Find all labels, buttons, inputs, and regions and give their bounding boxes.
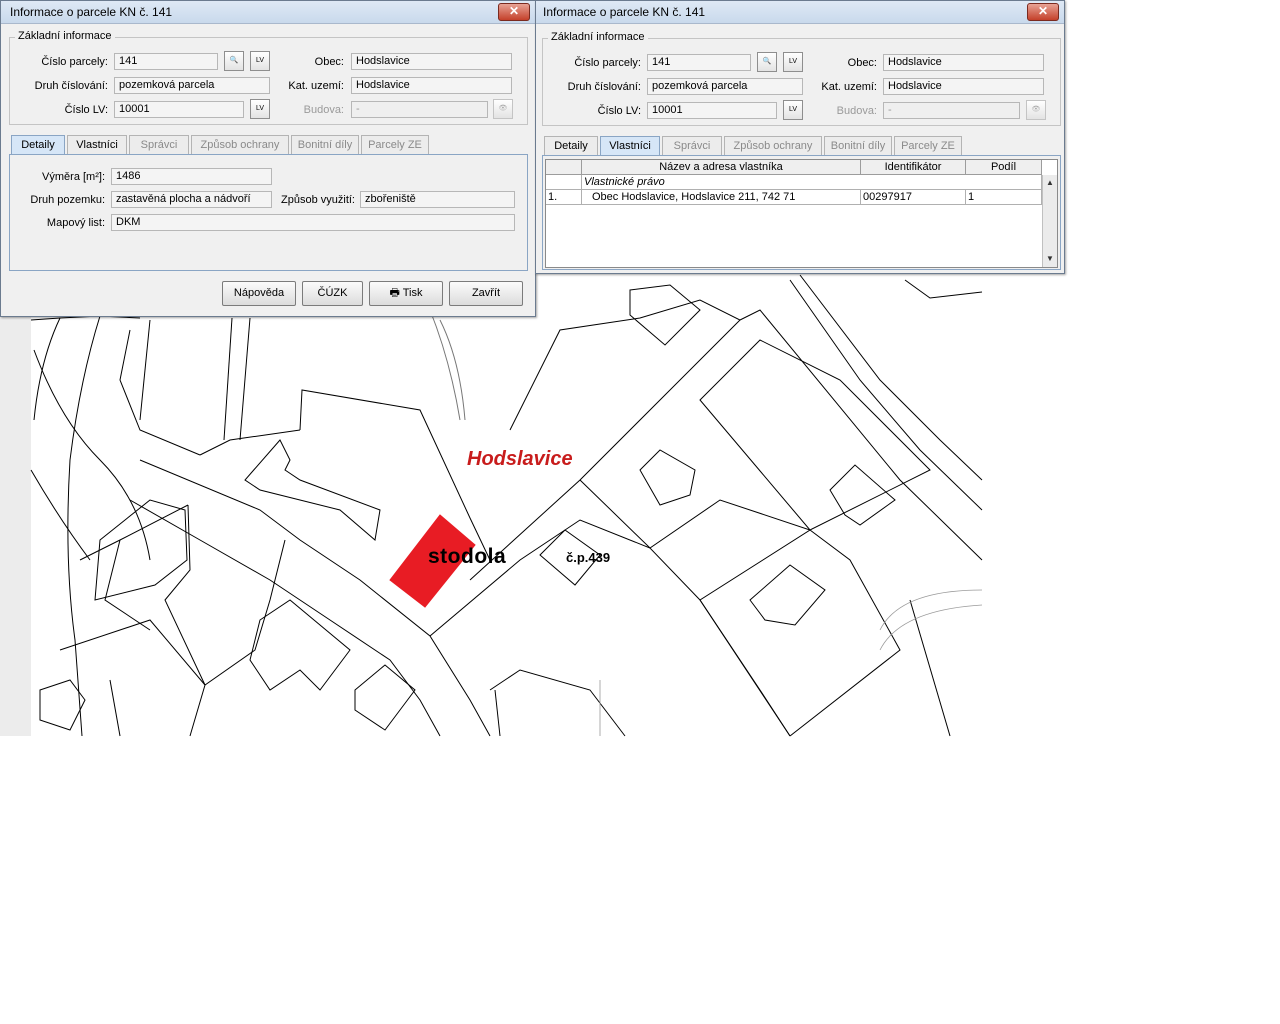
building-field-2: -	[883, 102, 1020, 119]
land-type-field[interactable]: zastavěná plocha a nádvoří	[111, 191, 272, 208]
tab-soil-units[interactable]: Bonitní díly	[291, 135, 359, 154]
lv-number-label: Číslo LV:	[64, 104, 108, 116]
printer-icon: 🖶	[389, 287, 400, 299]
lv-button-4[interactable]: LV	[783, 100, 803, 120]
close-icon[interactable]: ✕	[1027, 3, 1059, 21]
table-header-share[interactable]: Podíl	[966, 160, 1042, 175]
parcel-number-label: Číslo parcely:	[41, 56, 108, 68]
numbering-type-field[interactable]: pozemková parcela	[114, 77, 270, 94]
owners-panel: Název a adresa vlastníka Identifikátor P…	[542, 155, 1061, 270]
scroll-up-icon[interactable]: ▲	[1045, 178, 1055, 188]
numbering-type-field-2[interactable]: pozemková parcela	[647, 78, 803, 95]
map-sheet-field[interactable]: DKM	[111, 214, 515, 231]
map-label-house: č.p.439	[566, 550, 611, 565]
scroll-down-icon[interactable]: ▼	[1045, 254, 1055, 264]
tab-protection[interactable]: Způsob ochrany	[191, 135, 289, 154]
tab-bar: Detaily Vlastníci Správci Způsob ochrany…	[11, 135, 531, 155]
table-header-id[interactable]: Identifikátor	[861, 160, 966, 175]
basic-info-title-2: Základní informace	[548, 31, 648, 43]
print-button[interactable]: 🖶 Tisk	[369, 281, 443, 306]
lv-button[interactable]: LV	[250, 51, 270, 71]
parcel-number-field-2[interactable]: 141	[647, 54, 751, 71]
cadastral-area-label-2: Kat. uzemí:	[821, 81, 877, 93]
land-type-label: Druh pozemku:	[30, 194, 105, 206]
eye-icon: 👁	[493, 99, 513, 119]
basic-info-title: Základní informace	[15, 30, 115, 42]
cadastral-area-field-2[interactable]: Hodslavice	[883, 78, 1044, 95]
close-button[interactable]: Zavřít	[449, 281, 523, 306]
lv-button-3[interactable]: LV	[783, 52, 803, 72]
numbering-type-label-2: Druh číslování:	[567, 81, 641, 93]
parcel-info-dialog-owners: Informace o parcele KN č. 141 ✕ Základní…	[535, 0, 1065, 274]
eye-icon: 👁	[1026, 100, 1046, 120]
cuzk-button[interactable]: ČÚZK	[302, 281, 363, 306]
municipality-field[interactable]: Hodslavice	[351, 53, 512, 70]
lv-button-2[interactable]: LV	[250, 99, 270, 119]
parcel-info-dialog-details: Informace o parcele KN č. 141 ✕ Základní…	[0, 0, 536, 317]
cadastral-area-label: Kat. uzemí:	[288, 80, 344, 92]
tab-managers[interactable]: Správci	[129, 135, 189, 154]
close-icon[interactable]: ✕	[498, 3, 530, 21]
building-label-2: Budova:	[836, 105, 877, 117]
parcel-number-label-2: Číslo parcely:	[574, 57, 641, 69]
building-label: Budova:	[303, 104, 344, 116]
map-label-village: Hodslavice	[467, 448, 573, 470]
table-row-share[interactable]: 1	[966, 190, 1042, 205]
tab-managers-2[interactable]: Správci	[662, 136, 722, 155]
numbering-type-label: Druh číslování:	[34, 80, 108, 92]
municipality-field-2[interactable]: Hodslavice	[883, 54, 1044, 71]
municipality-label: Obec:	[314, 56, 344, 68]
tab-bar-2: Detaily Vlastníci Správci Způsob ochrany…	[544, 136, 1064, 156]
table-row-id[interactable]: 00297917	[861, 190, 966, 205]
dialog-title-2: Informace o parcele KN č. 141	[543, 5, 706, 19]
tab-soil-units-2[interactable]: Bonitní díly	[824, 136, 892, 155]
tab-details[interactable]: Detaily	[11, 135, 65, 155]
table-header-name[interactable]: Název a adresa vlastníka	[582, 160, 861, 175]
cadastral-area-field[interactable]: Hodslavice	[351, 77, 512, 94]
table-group-row[interactable]: Vlastnické právo	[582, 175, 1042, 190]
dialog-titlebar[interactable]: Informace o parcele KN č. 141 ✕	[1, 1, 535, 24]
tab-parcels-ze-2[interactable]: Parcely ZE	[894, 136, 962, 155]
owners-table[interactable]: Název a adresa vlastníka Identifikátor P…	[545, 159, 1058, 268]
lv-number-field-2[interactable]: 10001	[647, 102, 777, 119]
dialog-titlebar-2[interactable]: Informace o parcele KN č. 141 ✕	[536, 1, 1064, 24]
map-label-barn: stodola	[428, 545, 507, 568]
table-scrollbar[interactable]: ▲ ▼	[1042, 175, 1057, 267]
table-row-index-empty	[546, 175, 582, 190]
parcel-number-field[interactable]: 141	[114, 53, 218, 70]
help-button[interactable]: Nápověda	[222, 281, 296, 306]
tab-owners-2[interactable]: Vlastníci	[600, 136, 660, 156]
dialog-title: Informace o parcele KN č. 141	[10, 5, 173, 19]
usage-field[interactable]: zbořeniště	[360, 191, 515, 208]
tab-details-2[interactable]: Detaily	[544, 136, 598, 155]
map-search-icon[interactable]: 🔍	[224, 51, 244, 71]
lv-number-label-2: Číslo LV:	[597, 105, 641, 117]
area-field[interactable]: 1486	[111, 168, 272, 185]
map-search-icon[interactable]: 🔍	[757, 52, 777, 72]
municipality-label-2: Obec:	[847, 57, 877, 69]
details-panel: Výměra [m²]: 1486 Druh pozemku: zastavěn…	[9, 154, 528, 271]
area-label: Výměra [m²]:	[42, 171, 105, 183]
tab-owners[interactable]: Vlastníci	[67, 135, 127, 154]
table-row-index[interactable]: 1.	[546, 190, 582, 205]
lv-number-field[interactable]: 10001	[114, 101, 244, 118]
building-field: -	[351, 101, 488, 118]
tab-protection-2[interactable]: Způsob ochrany	[724, 136, 822, 155]
table-row-name[interactable]: Obec Hodslavice, Hodslavice 211, 742 71	[582, 190, 861, 205]
print-button-label: Tisk	[402, 287, 423, 299]
tab-parcels-ze[interactable]: Parcely ZE	[361, 135, 429, 154]
table-header-index[interactable]	[546, 160, 582, 175]
usage-label: Způsob využití:	[281, 194, 355, 206]
map-sheet-label: Mapový list:	[46, 217, 105, 229]
